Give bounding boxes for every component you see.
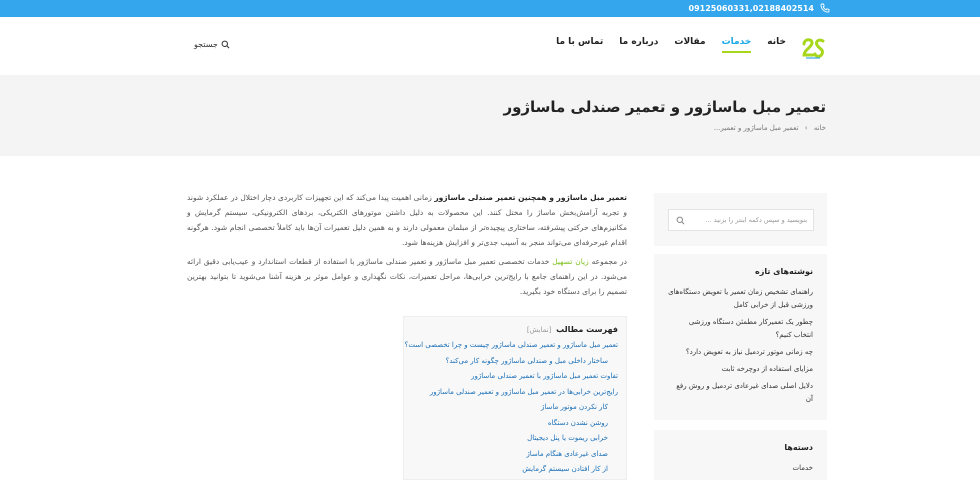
intro-paragraph: تعمیر مبل ماساژور و همچنین تعمیر صندلی م… <box>187 190 627 250</box>
nav-articles[interactable]: مقالات <box>674 37 705 53</box>
header-search[interactable]: جستجو <box>194 40 230 49</box>
table-of-contents: فهرست مطالب [نمایش] تعمیر مبل ماساژور و … <box>403 316 627 480</box>
recent-post-link[interactable]: چه زمانی موتور تردمیل نیاز به تعویض دارد… <box>668 346 813 359</box>
toc-list: تعمیر مبل ماساژور و تعمیر صندلی ماساژور … <box>405 338 618 478</box>
toc-item[interactable]: کار نکردن موتور ماساژ <box>412 400 618 416</box>
nav-about[interactable]: درباره ما <box>619 37 658 53</box>
search-icon[interactable] <box>676 216 685 225</box>
breadcrumb-separator: › <box>804 124 808 132</box>
sidebar-search-box <box>668 209 814 231</box>
nav-home[interactable]: خانه <box>767 37 786 53</box>
sidebar-categories: دسته‌ها خدمات <box>654 430 827 480</box>
site-logo[interactable] <box>800 36 826 60</box>
toc-item[interactable]: صدای غیرعادی هنگام ماساژ <box>412 447 618 463</box>
site-header: خانه خدمات مقالات درباره ما تماس با ما ج… <box>0 17 980 75</box>
intro-strong: تعمیر مبل ماساژور و همچنین تعمیر صندلی م… <box>434 193 627 202</box>
breadcrumb-home[interactable]: خانه <box>814 124 826 132</box>
recent-post-link[interactable]: چطور یک تعمیرکار مطمئن دستگاه ورزشی انتخ… <box>668 316 813 342</box>
sidebar-recent-posts: نوشته‌های تازه راهنمای تشخیص زمان تعمیر … <box>654 254 827 420</box>
toc-title: فهرست مطالب [نمایش] <box>412 325 618 334</box>
sidebar-search-input[interactable] <box>689 210 807 230</box>
p2-start: در مجموعه <box>588 257 627 266</box>
categories-list: خدمات <box>668 462 813 475</box>
toc-item[interactable]: ساختار داخلی مبل و صندلی ماساژور چگونه ک… <box>412 354 618 370</box>
nav-contact[interactable]: تماس با ما <box>556 37 603 53</box>
nav-services[interactable]: خدمات <box>721 37 752 53</box>
category-link[interactable]: خدمات <box>668 462 813 475</box>
phone-numbers[interactable]: 09125060331,02188402514 <box>689 0 815 17</box>
recent-post-link[interactable]: راهنمای تشخیص زمان تعمیر یا تعویض دستگاه… <box>668 286 813 312</box>
recent-post-link[interactable]: مزایای استفاده از دوچرخه ثابت <box>668 363 813 376</box>
toc-item[interactable]: تعمیر مبل ماساژور و تعمیر صندلی ماساژور … <box>405 338 618 354</box>
phone-icon <box>820 3 830 13</box>
toc-toggle[interactable]: [نمایش] <box>527 326 551 334</box>
inline-link[interactable]: زیان تسهیل <box>552 257 589 266</box>
recent-post-link[interactable]: دلایل اصلی صدای غیرعادی تردمیل و روش رفع… <box>668 380 813 406</box>
page-title: تعمیر مبل ماساژور و تعمیر صندلی ماساژور <box>503 98 826 116</box>
article-body: تعمیر مبل ماساژور و همچنین تعمیر صندلی م… <box>187 190 627 303</box>
toc-item[interactable]: رایج‌ترین خرابی‌ها در تعمیر مبل ماساژور … <box>412 385 618 401</box>
toc-item[interactable]: تفاوت تعمیر مبل ماساژور با تعمیر صندلی م… <box>412 369 618 385</box>
toc-item[interactable]: از کار افتادن سیستم گرمایش <box>412 462 618 478</box>
recent-posts-heading: نوشته‌های تازه <box>754 267 813 276</box>
second-paragraph: در مجموعه زیان تسهیل خدمات تخصصی تعمیر م… <box>187 254 627 299</box>
toc-title-text: فهرست مطالب <box>556 325 618 334</box>
search-label: جستجو <box>194 40 218 49</box>
main-nav: خانه خدمات مقالات درباره ما تماس با ما <box>540 37 786 53</box>
page-banner: تعمیر مبل ماساژور و تعمیر صندلی ماساژور … <box>0 75 980 156</box>
breadcrumb-current: تعمیر مبل ماساژور و تعمیر... <box>713 124 799 132</box>
breadcrumb: خانه › تعمیر مبل ماساژور و تعمیر... <box>714 124 826 132</box>
toc-item[interactable]: روشن نشدن دستگاه <box>412 416 618 432</box>
top-bar: 09125060331,02188402514 <box>0 0 980 17</box>
sidebar-search-widget <box>654 193 827 246</box>
search-icon <box>221 40 230 49</box>
toc-item[interactable]: خرابی ریموت یا پنل دیجیتال <box>412 431 618 447</box>
recent-posts-list: راهنمای تشخیص زمان تعمیر یا تعویض دستگاه… <box>668 286 813 406</box>
categories-heading: دسته‌ها <box>784 443 813 452</box>
